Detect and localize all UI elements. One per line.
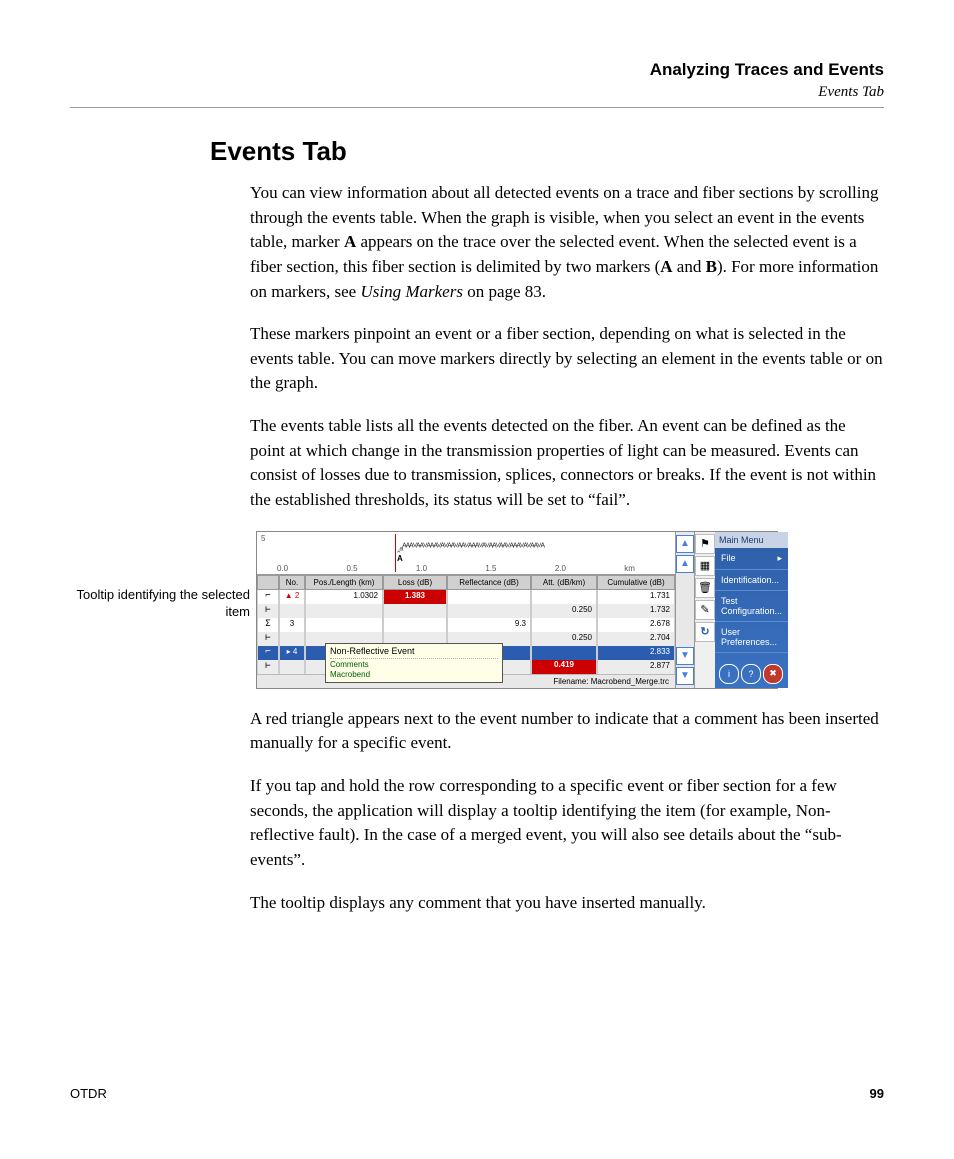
scroll-column: ▲ ▲ ▼ ▼ xyxy=(675,532,694,688)
events-table-header: No. Pos./Length (km) Loss (dB) Reflectan… xyxy=(257,575,675,590)
flag-button[interactable]: ⚑ xyxy=(695,534,715,554)
section-subtitle: Events Tab xyxy=(70,84,884,101)
help-icon[interactable]: ? xyxy=(741,664,761,684)
scroll-down-button[interactable]: ▼ xyxy=(676,647,694,665)
chapter-title: Analyzing Traces and Events xyxy=(70,60,884,80)
grid-button[interactable]: ▦ xyxy=(695,556,715,576)
refresh-button[interactable]: ↻ xyxy=(695,622,715,642)
paragraph-6: The tooltip displays any comment that yo… xyxy=(250,891,884,916)
menu-identification[interactable]: Identification... xyxy=(715,570,788,591)
menu-user-prefs[interactable]: User Preferences... xyxy=(715,622,788,653)
app-screenshot: 5 A ‸ₐᴬᴬᴬⱽᴬᴬⱽᴬᴬᴬⱽᴬⱽᴬᴬⱽᴬᴬⱽᴬᴬᴬⱽᴬⱽᴬᴬⱽᴬᴬⱽᴬᴬᴬ… xyxy=(256,531,778,689)
tooltip-title: Non-Reflective Event xyxy=(330,646,498,657)
page-heading: Events Tab xyxy=(210,136,884,167)
chevron-right-icon: ▸ xyxy=(778,553,783,564)
paragraph-5: If you tap and hold the row correspondin… xyxy=(250,774,884,873)
event-tooltip: Non-Reflective Event Comments Macrobend xyxy=(325,643,503,683)
paragraph-4: A red triangle appears next to the event… xyxy=(250,707,884,756)
trace-noise: ‸ₐᴬᴬᴬⱽᴬᴬⱽᴬᴬᴬⱽᴬⱽᴬᴬⱽᴬᴬⱽᴬᴬᴬⱽᴬⱽᴬᴬⱽᴬᴬⱽᴬᴬᴬⱽᴬⱽᴬ… xyxy=(397,542,645,558)
menu-header: Main Menu xyxy=(715,532,788,548)
delete-button[interactable]: 🗑 xyxy=(695,578,715,598)
edit-button[interactable]: ✎ xyxy=(695,600,715,620)
tooltip-comment-value: Macrobend xyxy=(330,670,498,680)
table-row[interactable]: Σ39.32.678 xyxy=(257,618,675,632)
trace-graph[interactable]: 5 A ‸ₐᴬᴬᴬⱽᴬᴬⱽᴬᴬᴬⱽᴬⱽᴬᴬⱽᴬᴬⱽᴬᴬᴬⱽᴬⱽᴬᴬⱽᴬᴬⱽᴬᴬᴬ… xyxy=(257,532,675,575)
side-menu: Main Menu File ▸ Identification... Test … xyxy=(715,532,788,688)
info-icon[interactable]: i xyxy=(719,664,739,684)
scroll-up-button[interactable]: ▲ xyxy=(676,555,694,573)
graph-y-tick: 5 xyxy=(261,534,265,543)
footer-product: OTDR xyxy=(70,1086,107,1101)
paragraph-3: The events table lists all the events de… xyxy=(250,414,884,513)
events-table[interactable]: No. Pos./Length (km) Loss (dB) Reflectan… xyxy=(257,575,675,674)
table-row[interactable]: ⊢0.2501.732 xyxy=(257,604,675,618)
tool-column: ⚑ ▦ 🗑 ✎ ↻ xyxy=(694,532,715,688)
graph-x-ticks: 0.0 0.5 1.0 1.5 2.0 km xyxy=(277,564,635,573)
table-row[interactable]: ⌐▲ 21.03021.3831.731 xyxy=(257,590,675,604)
header-rule xyxy=(70,107,884,108)
menu-file[interactable]: File ▸ xyxy=(715,548,788,570)
scroll-bottom-button[interactable]: ▼ xyxy=(676,667,694,685)
tooltip-comments-label: Comments xyxy=(330,660,498,670)
paragraph-1: You can view information about all detec… xyxy=(250,181,884,304)
menu-test-config[interactable]: Test Configuration... xyxy=(715,591,788,622)
paragraph-2: These markers pinpoint an event or a fib… xyxy=(250,322,884,396)
figure-callout: Tooltip identifying the selected item xyxy=(70,531,256,621)
page-number: 99 xyxy=(870,1086,884,1101)
scroll-top-button[interactable]: ▲ xyxy=(676,535,694,553)
close-icon[interactable]: ✖ xyxy=(763,664,783,684)
